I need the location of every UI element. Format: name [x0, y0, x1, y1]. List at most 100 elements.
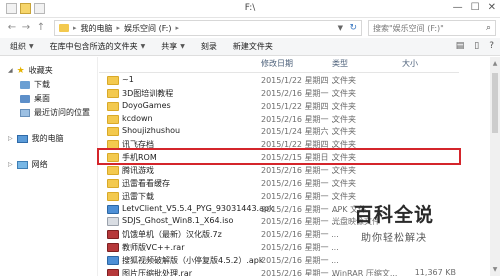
close-icon[interactable]: ✕	[488, 2, 496, 13]
forward-icon[interactable]: →	[20, 22, 32, 34]
include-in-library-label: 在库中包含所选的文件夹	[49, 42, 138, 51]
burn-label: 刻录	[200, 42, 217, 51]
file-date: 2015/1/22 星期四 ...	[261, 76, 339, 85]
sidebar-label: 桌面	[34, 94, 50, 103]
column-header-divider	[99, 72, 459, 73]
folder-icon	[107, 114, 119, 124]
file-date: 2015/2/16 星期一 ...	[261, 243, 339, 253]
file-date: 2015/2/16 星期一 ...	[261, 88, 339, 98]
address-row: ← → ↑ ▸ 我的电脑 ▸ 娱乐空间 (F:) ▸ ▼ ↻ 搜索"娱乐空间 (…	[0, 18, 500, 38]
sidebar-item-recent[interactable]: 最近访问的位置	[20, 107, 90, 118]
folder-icon	[107, 178, 119, 188]
folder-icon	[107, 76, 119, 85]
network-icon	[16, 160, 28, 169]
column-header-type[interactable]: 类型	[332, 58, 348, 72]
new-folder-button[interactable]: 新建文件夹	[233, 41, 273, 52]
chevron-down-icon[interactable]: ▼	[338, 24, 343, 32]
folder-icon	[107, 191, 119, 201]
file-name: DoyoGames	[122, 100, 171, 110]
sidebar-item-downloads[interactable]: 下载	[20, 79, 50, 90]
share-button[interactable]: 共享 ▼	[161, 41, 185, 52]
expand-arrow-icon[interactable]: ▷	[8, 135, 13, 142]
search-input[interactable]: 搜索"娱乐空间 (F:)" ⌕	[368, 20, 496, 36]
file-name: kcdown	[122, 113, 153, 123]
file-name: ~1	[122, 75, 134, 84]
archive-icon	[107, 268, 119, 276]
desktop-icon	[20, 94, 30, 103]
recent-places-icon	[20, 108, 30, 117]
separator-icon: ▸	[175, 24, 180, 32]
star-icon: ★	[16, 65, 25, 76]
file-type: 文件夹	[332, 165, 356, 175]
breadcrumb-drive[interactable]: 娱乐空间 (F:)	[124, 23, 171, 34]
search-icon[interactable]: ⌕	[486, 23, 491, 33]
view-controls: ▤ ▯ ?	[456, 41, 494, 51]
back-icon[interactable]: ←	[6, 22, 18, 34]
file-name: 3D图培训教程	[122, 88, 174, 98]
sidebar-item-favorites[interactable]: ◢ ★ 收藏夹	[8, 65, 53, 76]
file-type: 文件夹	[332, 114, 356, 124]
column-header-size[interactable]: 大小	[402, 58, 418, 72]
organize-button[interactable]: 组织 ▼	[10, 41, 34, 52]
sidebar-item-network[interactable]: ▷ 网络	[8, 159, 48, 170]
folder-icon	[107, 101, 119, 111]
computer-icon	[59, 24, 69, 32]
file-name: 迅雷下载	[122, 191, 154, 201]
breadcrumb-computer[interactable]: 我的电脑	[81, 23, 113, 34]
file-date: 2015/2/16 星期一 ...	[261, 230, 339, 240]
help-icon[interactable]: ?	[489, 41, 494, 51]
file-date: 2015/2/16 星期一 ...	[261, 255, 339, 265]
maximize-icon[interactable]: ☐	[471, 2, 480, 13]
sidebar-item-computer[interactable]: ▷ 我的电脑	[8, 133, 64, 144]
file-name: LetvClient_V5.5.4_PYG_93031443.apk	[122, 203, 274, 213]
refresh-icon[interactable]: ↻	[349, 23, 357, 33]
burn-button[interactable]: 刻录	[201, 41, 217, 52]
archive-icon	[107, 243, 119, 253]
sidebar-label: 最近访问的位置	[34, 108, 90, 117]
file-type: 文件夹	[332, 76, 356, 85]
scroll-down-icon[interactable]: ▼	[490, 266, 500, 273]
search-placeholder: 搜索"娱乐空间 (F:)"	[373, 23, 444, 33]
watermark: 百科全说 助你轻松解决	[334, 200, 454, 244]
file-row[interactable]: 腾讯游戏 2015/2/16 星期一 ... 文件夹	[100, 164, 458, 177]
file-name: 迅雷看看缓存	[122, 178, 170, 188]
file-date: 2015/2/16 星期一 ...	[261, 165, 339, 175]
highlight-box	[97, 148, 461, 165]
separator-icon: ▸	[116, 24, 121, 32]
file-row[interactable]: Shoujizhushou 2015/1/24 星期六 ... 文件夹	[100, 125, 458, 138]
archive-icon	[107, 230, 119, 240]
scrollbar-thumb[interactable]	[492, 73, 498, 133]
window-controls: — ☐ ✕	[453, 2, 496, 13]
expand-arrow-icon[interactable]: ▷	[8, 161, 13, 168]
sidebar-item-desktop[interactable]: 桌面	[20, 93, 50, 104]
file-type: 文件夹	[332, 178, 356, 188]
file-row[interactable]: 迅雷看看缓存 2015/2/16 星期一 ... 文件夹	[100, 177, 458, 190]
scroll-up-icon[interactable]: ▲	[490, 60, 500, 67]
minimize-icon[interactable]: —	[453, 2, 463, 13]
file-row[interactable]: 图片压缩批处理.rar 2015/2/16 星期一 ... WinRAR 压缩文..…	[100, 267, 458, 276]
preview-pane-icon[interactable]: ▯	[474, 41, 479, 51]
file-date: 2015/2/16 星期一 ...	[261, 268, 339, 276]
sidebar-label: 下载	[34, 80, 50, 89]
view-options-icon[interactable]: ▤	[456, 41, 465, 51]
address-bar[interactable]: ▸ 我的电脑 ▸ 娱乐空间 (F:) ▸ ▼ ↻	[54, 20, 362, 36]
chevron-down-icon: ▼	[29, 43, 34, 50]
file-row[interactable]: DoyoGames 2015/1/22 星期四 ... 文件夹	[100, 100, 458, 113]
title-bar: F:\ — ☐ ✕	[0, 0, 500, 18]
chevron-down-icon: ▼	[180, 43, 185, 50]
file-name: 教师版VC++.rar	[122, 243, 185, 253]
file-row[interactable]: 3D图培训教程 2015/2/16 星期一 ... 文件夹	[100, 87, 458, 100]
column-header-date[interactable]: 修改日期	[261, 58, 293, 72]
file-row[interactable]: ~1 2015/1/22 星期四 ... 文件夹	[100, 74, 458, 87]
include-in-library-button[interactable]: 在库中包含所选的文件夹 ▼	[50, 41, 146, 52]
folder-icon	[107, 127, 119, 137]
sidebar-label: 收藏夹	[28, 66, 53, 75]
disc-image-icon	[107, 217, 119, 227]
file-row[interactable]: 搜狐视频破解版（小停复版4.5.2）.apk 2015/2/16 星期一 ...	[100, 254, 458, 267]
file-type: 文件夹	[332, 101, 356, 111]
up-icon[interactable]: ↑	[35, 22, 47, 34]
vertical-scrollbar[interactable]: ▲ ▼	[490, 57, 500, 276]
file-row[interactable]: kcdown 2015/2/16 星期一 ... 文件夹	[100, 113, 458, 126]
expand-arrow-icon[interactable]: ◢	[8, 67, 13, 74]
downloads-icon	[20, 80, 30, 89]
